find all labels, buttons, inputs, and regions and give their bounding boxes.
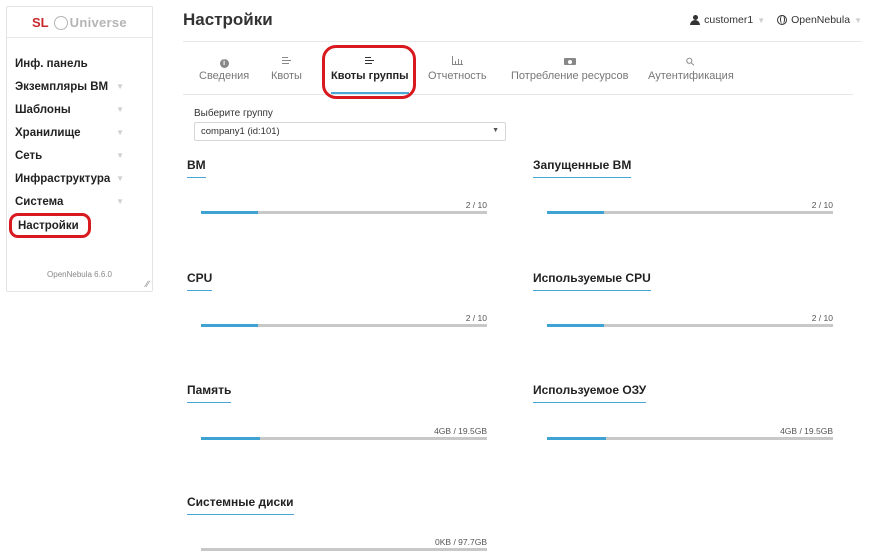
quota-progress-bar (201, 437, 487, 440)
sidebar-item-system[interactable]: Система ▼ (7, 190, 152, 213)
quota-progress-bar (201, 324, 487, 327)
sidebar-item-label: Инф. панель (15, 57, 88, 70)
sidebar-item-infrastructure[interactable]: Инфраструктура ▼ (7, 167, 152, 190)
logo[interactable]: SL Universe (7, 7, 152, 38)
quota-value: 4GB / 19.5GB (780, 426, 833, 436)
sidebar-item-label: Настройки (18, 219, 79, 232)
chevron-down-icon: ▼ (116, 82, 124, 91)
logo-prefix: SL (32, 14, 49, 30)
highlight-annotation (322, 45, 416, 99)
settings-tabs: i Сведения Квоты Квоты группы Отчетность… (183, 55, 853, 95)
chevron-down-icon: ▼ (116, 151, 124, 160)
bars-icon (281, 57, 291, 65)
logo-name: Universe (69, 14, 127, 30)
user-menu[interactable]: customer1 (704, 14, 753, 26)
quota-value: 4GB / 19.5GB (434, 426, 487, 436)
quota-title: ВМ (187, 158, 206, 178)
quota-progress-fill (547, 211, 605, 214)
key-icon: ⚲ (683, 55, 698, 70)
sidebar-item-label: Инфраструктура (15, 172, 111, 185)
quota-title: Используемое ОЗУ (533, 383, 647, 403)
quota-cpu: CPU 2 / 10 (187, 269, 487, 327)
chevron-down-icon[interactable]: ▼ (757, 16, 765, 25)
info-icon: i (219, 59, 229, 68)
quota-title: Используемые CPU (533, 271, 651, 291)
chevron-down-icon: ▼ (116, 197, 124, 206)
sidebar-item-dashboard[interactable]: Инф. панель (7, 52, 152, 75)
user-icon (690, 15, 701, 25)
quota-memory: Память 4GB / 19.5GB (187, 381, 487, 440)
tab-info[interactable]: i Сведения (199, 56, 249, 82)
logo-globe-icon (53, 16, 68, 30)
quota-title: Память (187, 383, 232, 403)
zone-menu[interactable]: OpenNebula (791, 14, 850, 26)
quota-progress-fill (201, 437, 260, 440)
tab-label: Потребление ресурсов (511, 70, 629, 82)
tab-resource-usage[interactable]: Потребление ресурсов (511, 56, 628, 82)
tab-authentication[interactable]: ⚲ Аутентификация (648, 55, 734, 82)
group-select-label: Выберите группу (194, 108, 273, 119)
chevron-down-icon: ▼ (116, 128, 124, 137)
quota-used-cpu: Используемые CPU 2 / 10 (533, 269, 833, 327)
globe-icon (777, 15, 788, 25)
quota-title: Запущенные ВМ (533, 158, 632, 178)
sidebar-item-network[interactable]: Сеть ▼ (7, 144, 152, 167)
quota-running-vm: Запущенные ВМ 2 / 10 (533, 156, 833, 214)
quota-progress-fill (547, 324, 605, 327)
tab-quotas[interactable]: Квоты (271, 56, 302, 82)
money-icon (563, 58, 576, 65)
tab-label: Сведения (199, 70, 250, 82)
quota-progress-fill (201, 211, 259, 214)
tab-label: Аутентификация (648, 70, 734, 82)
quota-value: 0KB / 97.7GB (435, 537, 487, 547)
quota-progress-bar (547, 437, 833, 440)
sidebar-item-label: Хранилище (15, 126, 81, 139)
quota-title: CPU (187, 271, 213, 291)
quota-value: 2 / 10 (811, 313, 833, 323)
resize-grip-icon[interactable]: ∕∕ (146, 279, 149, 289)
quota-value: 2 / 10 (811, 200, 833, 210)
chevron-down-icon: ▼ (116, 174, 124, 183)
quota-progress-bar (201, 211, 487, 214)
group-select-value: company1 (id:101) (201, 126, 280, 137)
chevron-down-icon: ▼ (492, 127, 499, 134)
quota-progress-fill (201, 324, 259, 327)
header-divider (183, 41, 862, 42)
sidebar: SL Universe Инф. панель Экземпляры ВМ ▼ Ш… (6, 6, 153, 292)
quota-progress-fill (547, 437, 606, 440)
quota-value: 2 / 10 (465, 313, 487, 323)
quota-progress-bar (547, 324, 833, 327)
group-select[interactable]: company1 (id:101) ▼ (194, 122, 506, 141)
sidebar-item-label: Система (15, 195, 64, 208)
chevron-down-icon[interactable]: ▼ (854, 16, 862, 25)
tab-showback[interactable]: Отчетность (428, 56, 487, 82)
chevron-down-icon: ▼ (116, 105, 124, 114)
sidebar-item-vms[interactable]: Экземпляры ВМ ▼ (7, 75, 152, 98)
quota-progress-bar (547, 211, 833, 214)
page-title: Настройки (183, 10, 273, 29)
quota-value: 2 / 10 (465, 200, 487, 210)
quota-system-disks: Системные диски 0KB / 97.7GB (187, 493, 487, 551)
quota-used-ram: Используемое ОЗУ 4GB / 19.5GB (533, 381, 833, 440)
sidebar-item-label: Шаблоны (15, 103, 71, 116)
header-controls: customer1 ▼ OpenNebula ▼ (690, 14, 862, 26)
chart-icon (451, 56, 463, 65)
tab-label: Отчетность (428, 70, 487, 82)
sidebar-item-settings[interactable]: Настройки (9, 213, 91, 238)
sidebar-item-templates[interactable]: Шаблоны ▼ (7, 98, 152, 121)
sidebar-item-storage[interactable]: Хранилище ▼ (7, 121, 152, 144)
sidebar-item-label: Сеть (15, 149, 43, 162)
quota-vm: ВМ 2 / 10 (187, 156, 487, 214)
quota-title: Системные диски (187, 495, 294, 515)
version-label: OpenNebula 6.6.0 (47, 270, 112, 279)
tab-label: Квоты (271, 70, 302, 82)
sidebar-nav: Инф. панель Экземпляры ВМ ▼ Шаблоны ▼ Хран… (7, 52, 152, 238)
sidebar-item-label: Экземпляры ВМ (15, 80, 109, 93)
